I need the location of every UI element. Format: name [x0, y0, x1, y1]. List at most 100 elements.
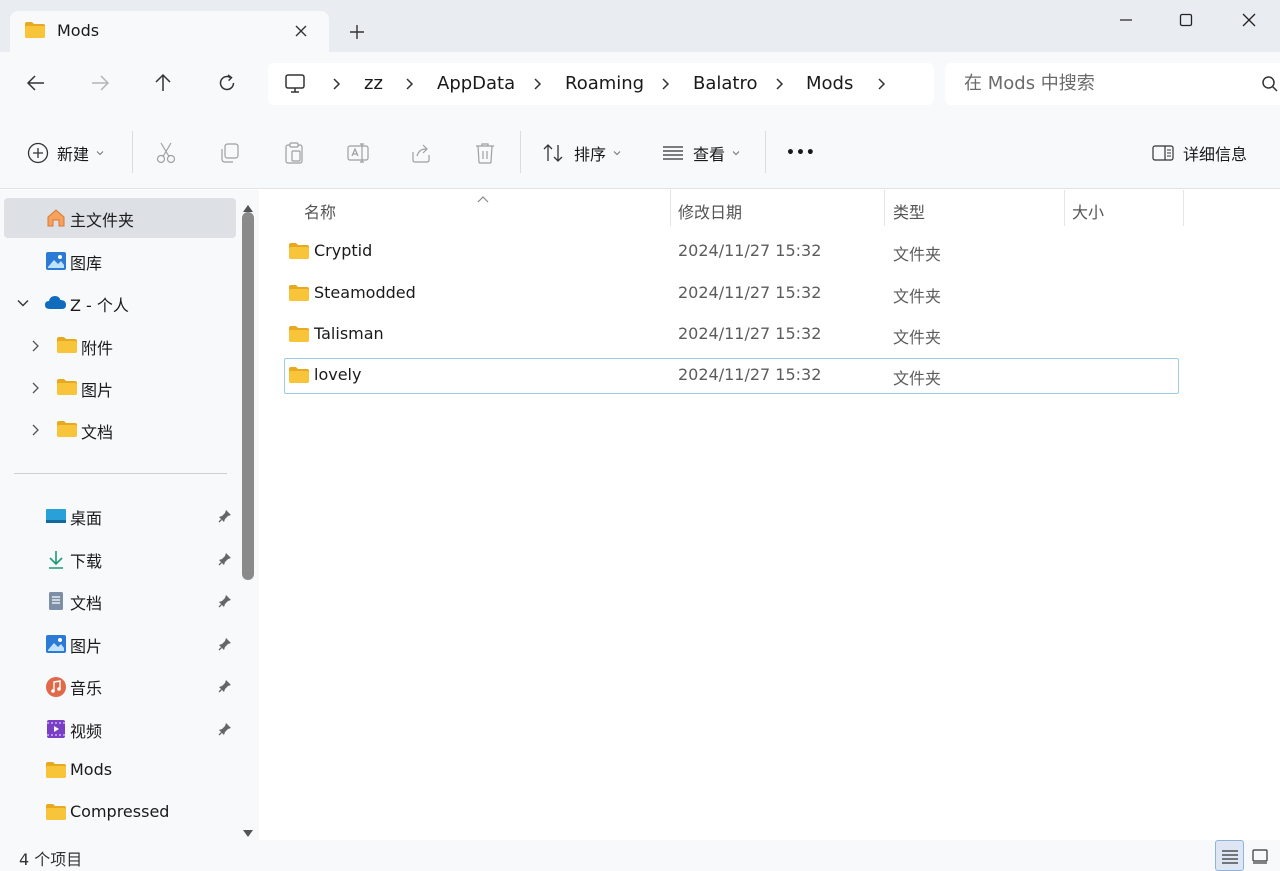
pin-icon[interactable]: [218, 551, 232, 570]
sidebar-item-music[interactable]: 音乐: [4, 666, 236, 706]
scissors-icon: [156, 142, 176, 164]
plus-circle-icon: [27, 142, 49, 164]
details-pane-button[interactable]: 详细信息: [1151, 139, 1247, 167]
sidebar-item-pictures[interactable]: 图片: [4, 624, 236, 664]
column-header-label: 名称: [304, 203, 337, 222]
sidebar-item-videos[interactable]: 视频: [4, 709, 236, 749]
column-header-type[interactable]: 类型: [884, 190, 1064, 227]
computer-icon[interactable]: [284, 73, 306, 99]
breadcrumb-roaming[interactable]: Roaming: [565, 73, 644, 94]
chevron-right-icon[interactable]: [660, 76, 670, 95]
navigation-pane: 主文件夹 图库 Z - 个人 附件 图片 文档 桌面 下载 文档 图片 音乐 视…: [0, 190, 240, 840]
file-list: 名称 修改日期 类型 大小 Cryptid 2024/11/27 15:32 文…: [260, 190, 1280, 840]
breadcrumb-balatro[interactable]: Balatro: [693, 73, 758, 94]
copy-button[interactable]: [219, 139, 241, 167]
share-button[interactable]: [410, 139, 432, 167]
chevron-right-icon[interactable]: [29, 422, 41, 441]
view-button[interactable]: 查看: [661, 139, 741, 167]
sidebar-item-attachments[interactable]: 附件: [4, 326, 236, 366]
chevron-down-icon[interactable]: [16, 295, 30, 314]
column-separator[interactable]: [1183, 190, 1184, 226]
copy-icon: [221, 143, 239, 163]
scrollbar-thumb[interactable]: [242, 212, 254, 580]
pin-icon[interactable]: [218, 593, 232, 612]
column-header-size[interactable]: 大小: [1064, 190, 1184, 227]
rename-button[interactable]: [346, 139, 370, 167]
refresh-button[interactable]: [212, 68, 242, 98]
delete-button[interactable]: [474, 139, 496, 167]
desktop-icon: [45, 506, 67, 526]
sidebar-item-label: Mods: [70, 760, 113, 779]
column-header-date[interactable]: 修改日期: [670, 190, 884, 227]
trash-icon: [476, 143, 494, 164]
navigation-bar: zz AppData Roaming Balatro Mods: [0, 52, 1280, 115]
maximize-button[interactable]: [1166, 6, 1206, 34]
breadcrumb-appdata[interactable]: AppData: [437, 73, 515, 94]
search-icon[interactable]: [1261, 75, 1279, 97]
chevron-right-icon[interactable]: [29, 380, 41, 399]
tiles-view-icon: [1251, 848, 1268, 864]
sidebar-item-documents-cloud[interactable]: 文档: [4, 410, 236, 450]
sidebar-item-compressed[interactable]: Compressed: [4, 793, 236, 833]
sidebar-item-gallery[interactable]: 图库: [4, 241, 236, 281]
tiles-view-button[interactable]: [1245, 840, 1274, 871]
new-button[interactable]: 新建: [27, 139, 105, 167]
chevron-right-icon[interactable]: [331, 76, 341, 95]
details-view-icon: [1221, 849, 1238, 864]
folder-icon: [45, 803, 67, 823]
table-row[interactable]: Cryptid 2024/11/27 15:32 文件夹: [284, 234, 1179, 270]
forward-button[interactable]: [85, 68, 115, 98]
folder-icon: [45, 761, 67, 781]
file-type: 文件夹: [893, 245, 942, 264]
tab-mods[interactable]: Mods: [10, 11, 329, 52]
close-tab-icon[interactable]: [290, 20, 312, 42]
chevron-right-icon[interactable]: [404, 76, 414, 95]
sidebar-item-label: Compressed: [70, 802, 170, 821]
close-window-button[interactable]: [1229, 6, 1269, 34]
address-bar[interactable]: zz AppData Roaming Balatro Mods: [268, 63, 934, 105]
table-row[interactable]: lovely 2024/11/27 15:32 文件夹: [284, 358, 1179, 394]
new-tab-button[interactable]: [345, 20, 369, 44]
sidebar-item-label: 主文件夹: [70, 211, 135, 230]
details-view-button[interactable]: [1215, 840, 1244, 871]
minimize-button[interactable]: [1106, 6, 1146, 34]
column-header-name[interactable]: 名称: [284, 190, 670, 227]
table-row[interactable]: Talisman 2024/11/27 15:32 文件夹: [284, 317, 1179, 353]
up-button[interactable]: [148, 68, 178, 98]
search-input[interactable]: [964, 73, 1244, 94]
sidebar-item-desktop[interactable]: 桌面: [4, 496, 236, 536]
table-row[interactable]: Steamodded 2024/11/27 15:32 文件夹: [284, 276, 1179, 312]
pin-icon[interactable]: [218, 678, 232, 697]
more-options-button[interactable]: •••: [786, 139, 816, 167]
sidebar-item-documents[interactable]: 文档: [4, 581, 236, 621]
sort-button[interactable]: 排序: [542, 139, 622, 167]
breadcrumb-zz[interactable]: zz: [364, 73, 383, 94]
sidebar-item-onedrive[interactable]: Z - 个人: [4, 283, 236, 323]
file-name: Steamodded: [314, 283, 416, 302]
file-type: 文件夹: [893, 369, 942, 388]
chevron-right-icon[interactable]: [774, 76, 784, 95]
back-button[interactable]: [21, 68, 51, 98]
pin-icon[interactable]: [218, 721, 232, 740]
chevron-right-icon[interactable]: [29, 338, 41, 357]
pin-icon[interactable]: [218, 508, 232, 527]
paste-button[interactable]: [283, 139, 305, 167]
chevron-down-icon: [613, 151, 621, 156]
sidebar-item-downloads[interactable]: 下载: [4, 539, 236, 579]
chevron-right-icon[interactable]: [876, 76, 886, 95]
sidebar-item-mods[interactable]: Mods: [4, 751, 236, 791]
folder-icon: [56, 336, 78, 356]
sidebar-item-home[interactable]: 主文件夹: [4, 198, 236, 238]
command-bar: 新建 排序 查看 ••• 详细信息: [0, 115, 1280, 189]
cut-button[interactable]: [155, 139, 177, 167]
new-button-label: 新建: [57, 145, 90, 164]
chevron-right-icon[interactable]: [532, 76, 542, 95]
sidebar-item-pictures-cloud[interactable]: 图片: [4, 368, 236, 408]
folder-icon: [288, 366, 310, 388]
breadcrumb-mods[interactable]: Mods: [806, 73, 853, 94]
sidebar-item-label: 图库: [70, 254, 103, 273]
pin-icon[interactable]: [218, 636, 232, 655]
folder-icon: [24, 21, 46, 43]
toolbar-divider: [520, 131, 521, 173]
sidebar-scrollbar[interactable]: [237, 190, 259, 840]
